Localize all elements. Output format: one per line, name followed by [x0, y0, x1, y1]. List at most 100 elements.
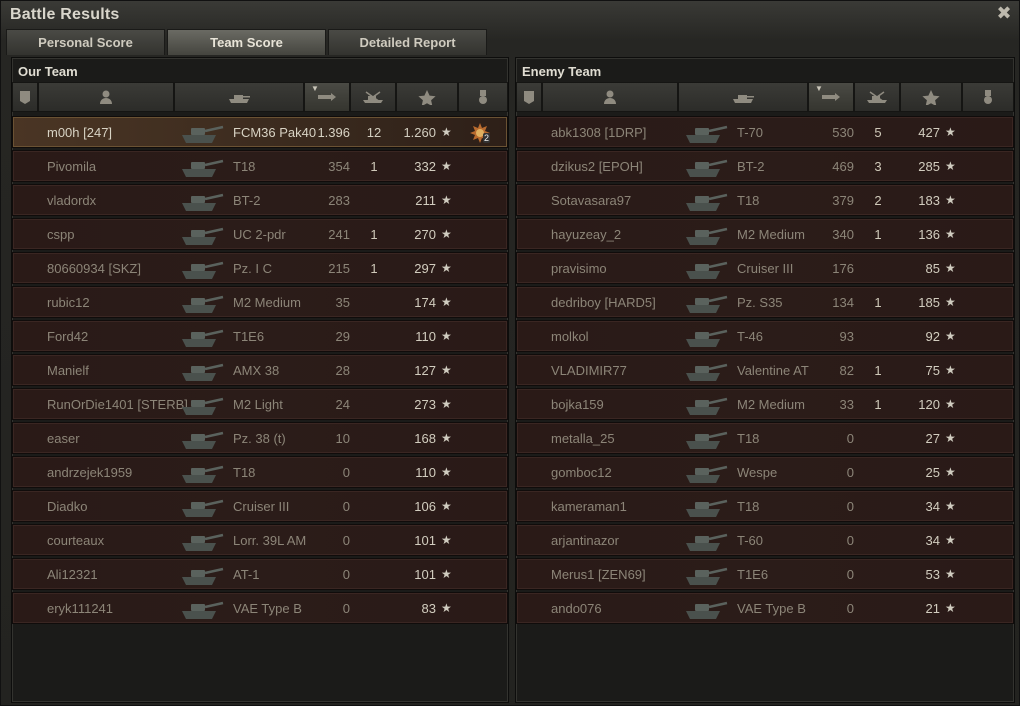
damage-icon: [822, 93, 840, 101]
player-row[interactable]: gomboc12 Wespe 0 25 ★: [516, 456, 1014, 488]
player-row[interactable]: pravisimo Cruiser III 176 85 ★: [516, 252, 1014, 284]
column-damage-header[interactable]: ▼: [808, 82, 854, 112]
xp-star-icon: ★: [945, 601, 956, 615]
vehicle-name: Valentine AT: [737, 363, 809, 378]
column-player-header[interactable]: [542, 82, 678, 112]
player-row[interactable]: Merus1 [ZEN69] T1E6 0 53 ★: [516, 558, 1014, 590]
sort-indicator-icon: ▼: [311, 84, 319, 93]
player-row[interactable]: RunOrDie1401 [STERB] M2 Light 24 273 ★: [12, 388, 508, 420]
column-damage-header[interactable]: ▼: [304, 82, 350, 112]
xp-star-icon: ★: [441, 533, 452, 547]
xp-value: 127: [414, 363, 436, 378]
column-kills-header[interactable]: [350, 82, 396, 112]
xp-value: 83: [421, 601, 436, 616]
player-row[interactable]: easer Pz. 38 (t) 10 168 ★: [12, 422, 508, 454]
player-name: dzikus2 [EPOH]: [551, 159, 643, 174]
vehicle-name: VAE Type B: [737, 601, 806, 616]
player-row[interactable]: arjantinazor T-60 0 34 ★: [516, 524, 1014, 556]
vehicle-icon: [733, 95, 754, 103]
vehicle-name: T-60: [737, 533, 764, 548]
player-row[interactable]: vladordx BT-2 283 211 ★: [12, 184, 508, 216]
column-platoon-header[interactable]: [12, 82, 38, 112]
vehicle-name: Cruiser III: [737, 261, 794, 276]
kills-value: 2: [874, 193, 882, 208]
damage-value: 24: [335, 397, 350, 412]
player-row[interactable]: m00h [247] FCM36 Pak40 1.396 12 1.260 ★ 2: [12, 116, 508, 148]
close-icon[interactable]: ✖: [995, 4, 1013, 22]
column-player-header[interactable]: [38, 82, 174, 112]
column-platoon-header[interactable]: [516, 82, 542, 112]
damage-value: 0: [846, 601, 854, 616]
tank-icon: [179, 427, 225, 451]
column-medals-header[interactable]: [962, 82, 1014, 112]
kills-value: 1: [874, 295, 882, 310]
player-row[interactable]: Pivomila T18 354 1 332 ★: [12, 150, 508, 182]
player-row[interactable]: eryk111241 VAE Type B 0 83 ★: [12, 592, 508, 624]
tank-icon: [683, 597, 729, 621]
xp-value: 75: [925, 363, 940, 378]
vehicle-name: T-70: [737, 125, 764, 140]
xp-star-icon: ★: [945, 227, 956, 241]
tab-detailed-report[interactable]: Detailed Report: [328, 29, 487, 55]
damage-value: 215: [328, 261, 350, 276]
our-team-panel: Our Team ▼ m00h [247] FCM36 Pak40 1.396 12 1.…: [11, 57, 509, 703]
player-row[interactable]: kameraman1 T18 0 34 ★: [516, 490, 1014, 522]
player-row[interactable]: rubic12 M2 Medium 35 174 ★: [12, 286, 508, 318]
tank-icon: [179, 529, 225, 553]
vehicle-name: T1E6: [737, 567, 769, 582]
player-row[interactable]: courteaux Lorr. 39L AM 0 101 ★: [12, 524, 508, 556]
xp-star-icon: ★: [945, 125, 956, 139]
damage-value: 0: [342, 465, 350, 480]
player-row[interactable]: ando076 VAE Type B 0 21 ★: [516, 592, 1014, 624]
player-row[interactable]: cspp UC 2-pdr 241 1 270 ★: [12, 218, 508, 250]
medal-icon[interactable]: 2: [469, 122, 491, 144]
player-row[interactable]: hayuzeay_2 M2 Medium 340 1 136 ★: [516, 218, 1014, 250]
damage-value: 0: [342, 567, 350, 582]
player-row[interactable]: dedriboy [HARD5] Pz. S35 134 1 185 ★: [516, 286, 1014, 318]
player-name: rubic12: [47, 295, 90, 310]
player-row[interactable]: VLADIMIR77 Valentine AT 82 1 75 ★: [516, 354, 1014, 386]
column-xp-header[interactable]: [396, 82, 458, 112]
xp-star-icon: ★: [441, 431, 452, 445]
player-row[interactable]: Diadko Cruiser III 0 106 ★: [12, 490, 508, 522]
vehicle-name: T18: [737, 499, 760, 514]
column-kills-header[interactable]: [854, 82, 900, 112]
tab-team-score[interactable]: Team Score: [167, 29, 326, 55]
player-row[interactable]: andrzejek1959 T18 0 110 ★: [12, 456, 508, 488]
tank-icon: [179, 461, 225, 485]
column-xp-header[interactable]: [900, 82, 962, 112]
vehicle-name: M2 Light: [233, 397, 283, 412]
vehicle-name: T18: [737, 193, 760, 208]
column-vehicle-header[interactable]: [678, 82, 808, 112]
vehicle-name: T18: [737, 431, 760, 446]
vehicle-name: UC 2-pdr: [233, 227, 286, 242]
player-row[interactable]: 80660934 [SKZ] Pz. I C 215 1 297 ★: [12, 252, 508, 284]
player-row[interactable]: metalla_25 T18 0 27 ★: [516, 422, 1014, 454]
xp-star-icon: ★: [945, 295, 956, 309]
tank-icon: [683, 359, 729, 383]
xp-star-icon: ★: [945, 261, 956, 275]
player-row[interactable]: Ford42 T1E6 29 110 ★: [12, 320, 508, 352]
tab-personal-score[interactable]: Personal Score: [6, 29, 165, 55]
kills-value: 1: [370, 159, 378, 174]
damage-value: 0: [342, 499, 350, 514]
player-name: Manielf: [47, 363, 89, 378]
xp-value: 34: [925, 533, 940, 548]
column-medals-header[interactable]: [458, 82, 508, 112]
player-row[interactable]: Sotavasara97 T18 379 2 183 ★: [516, 184, 1014, 216]
player-row[interactable]: bojka159 M2 Medium 33 1 120 ★: [516, 388, 1014, 420]
xp-value: 53: [925, 567, 940, 582]
player-row[interactable]: abk1308 [1DRP] T-70 530 5 427 ★: [516, 116, 1014, 148]
player-row[interactable]: Manielf AMX 38 28 127 ★: [12, 354, 508, 386]
player-row[interactable]: dzikus2 [EPOH] BT-2 469 3 285 ★: [516, 150, 1014, 182]
xp-value: 101: [414, 567, 436, 582]
column-vehicle-header[interactable]: [174, 82, 304, 112]
tank-icon: [179, 121, 225, 145]
player-row[interactable]: Ali12321 AT-1 0 101 ★: [12, 558, 508, 590]
xp-value: 27: [925, 431, 940, 446]
xp-star-icon: ★: [945, 397, 956, 411]
tank-icon: [179, 257, 225, 281]
xp-value: 185: [918, 295, 940, 310]
player-row[interactable]: molkol T-46 93 92 ★: [516, 320, 1014, 352]
vehicle-name: T1E6: [233, 329, 265, 344]
